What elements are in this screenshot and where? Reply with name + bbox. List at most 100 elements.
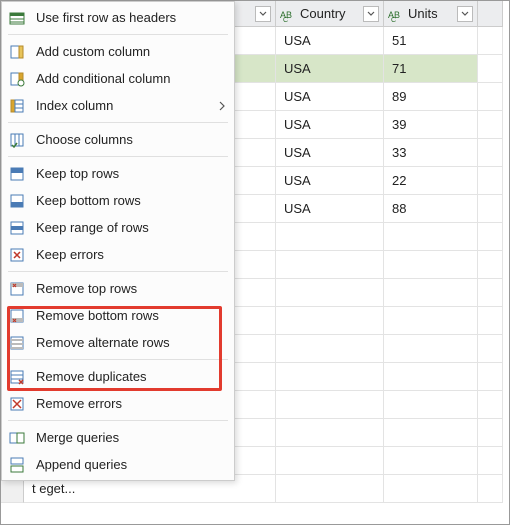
cell-trailing	[478, 223, 503, 251]
chevron-right-icon	[218, 101, 226, 111]
cell-units[interactable]	[384, 419, 478, 447]
cell-units[interactable]	[384, 251, 478, 279]
cell-units[interactable]	[384, 307, 478, 335]
menu-remove-duplicates[interactable]: Remove duplicates	[2, 363, 234, 390]
chevron-down-icon	[259, 10, 267, 18]
menu-label: Remove duplicates	[36, 369, 226, 384]
menu-separator	[8, 34, 228, 35]
menu-remove-bottom-rows[interactable]: Remove bottom rows	[2, 302, 234, 329]
cell-units[interactable]	[384, 447, 478, 475]
keep-errors-icon	[8, 246, 26, 264]
menu-label: Merge queries	[36, 430, 226, 445]
cell-country[interactable]	[276, 223, 384, 251]
column-header-units[interactable]: ABC Units	[384, 1, 478, 27]
menu-add-conditional-column[interactable]: Add conditional column	[2, 65, 234, 92]
column-label: Units	[408, 6, 457, 21]
cell-trailing	[478, 139, 503, 167]
menu-remove-top-rows[interactable]: Remove top rows	[2, 275, 234, 302]
cell-country[interactable]: USA	[276, 139, 384, 167]
menu-label: Keep bottom rows	[36, 193, 226, 208]
cell-country[interactable]	[276, 335, 384, 363]
remove-errors-icon	[8, 395, 26, 413]
cell-country[interactable]: USA	[276, 167, 384, 195]
menu-use-first-row[interactable]: Use first row as headers	[2, 4, 234, 31]
cell-country[interactable]: USA	[276, 83, 384, 111]
menu-label: Keep top rows	[36, 166, 226, 181]
cell-trailing	[478, 307, 503, 335]
cell-units[interactable]: 33	[384, 139, 478, 167]
cell-units[interactable]: 39	[384, 111, 478, 139]
cell-trailing	[478, 167, 503, 195]
filter-button[interactable]	[363, 6, 379, 22]
choose-columns-icon	[8, 131, 26, 149]
cell-trailing	[478, 363, 503, 391]
menu-keep-errors[interactable]: Keep errors	[2, 241, 234, 268]
filter-button[interactable]	[255, 6, 271, 22]
chevron-down-icon	[461, 10, 469, 18]
keep-bottom-icon	[8, 192, 26, 210]
cell-trailing	[478, 195, 503, 223]
cell-units[interactable]	[384, 363, 478, 391]
cell-units[interactable]	[384, 475, 478, 503]
cell-trailing	[478, 391, 503, 419]
menu-merge-queries[interactable]: Merge queries	[2, 424, 234, 451]
cell-country[interactable]	[276, 447, 384, 475]
cell-units[interactable]	[384, 279, 478, 307]
cell-units[interactable]	[384, 391, 478, 419]
cell-country[interactable]: USA	[276, 111, 384, 139]
cell-country[interactable]	[276, 307, 384, 335]
remove-alternate-icon	[8, 334, 26, 352]
conditional-column-icon	[8, 70, 26, 88]
cell-country[interactable]	[276, 419, 384, 447]
cell-trailing	[478, 447, 503, 475]
menu-separator	[8, 122, 228, 123]
cell-trailing	[478, 279, 503, 307]
cell-trailing	[478, 475, 503, 503]
index-column-icon	[8, 97, 26, 115]
cell-units[interactable]: 88	[384, 195, 478, 223]
cell-country[interactable]	[276, 475, 384, 503]
menu-append-queries[interactable]: Append queries	[2, 451, 234, 478]
menu-remove-alternate-rows[interactable]: Remove alternate rows	[2, 329, 234, 356]
cell-trailing	[478, 251, 503, 279]
menu-label: Use first row as headers	[36, 10, 226, 25]
cell-units[interactable]	[384, 223, 478, 251]
keep-range-icon	[8, 219, 26, 237]
remove-duplicates-icon	[8, 368, 26, 386]
menu-label: Remove top rows	[36, 281, 226, 296]
cell-country[interactable]	[276, 391, 384, 419]
cell-units[interactable]: 89	[384, 83, 478, 111]
menu-label: Remove bottom rows	[36, 308, 226, 323]
cell-country[interactable]	[276, 251, 384, 279]
menu-index-column[interactable]: Index column	[2, 92, 234, 119]
menu-separator	[8, 156, 228, 157]
menu-keep-top-rows[interactable]: Keep top rows	[2, 160, 234, 187]
menu-label: Append queries	[36, 457, 226, 472]
cell-country[interactable]: USA	[276, 27, 384, 55]
menu-remove-errors[interactable]: Remove errors	[2, 390, 234, 417]
cell-units[interactable]: 51	[384, 27, 478, 55]
cell-units[interactable]: 71	[384, 55, 478, 83]
cell-country[interactable]	[276, 279, 384, 307]
cell-trailing	[478, 335, 503, 363]
column-label: Country	[300, 6, 363, 21]
svg-text:C: C	[283, 17, 288, 22]
remove-bottom-icon	[8, 307, 26, 325]
remove-top-icon	[8, 280, 26, 298]
menu-label: Keep range of rows	[36, 220, 226, 235]
menu-keep-bottom-rows[interactable]: Keep bottom rows	[2, 187, 234, 214]
menu-add-custom-column[interactable]: Add custom column	[2, 38, 234, 65]
menu-label: Index column	[36, 98, 218, 113]
menu-choose-columns[interactable]: Choose columns	[2, 126, 234, 153]
filter-button[interactable]	[457, 6, 473, 22]
menu-keep-range-rows[interactable]: Keep range of rows	[2, 214, 234, 241]
menu-separator	[8, 359, 228, 360]
cell-units[interactable]: 22	[384, 167, 478, 195]
cell-country[interactable]: USA	[276, 195, 384, 223]
cell-country[interactable]	[276, 363, 384, 391]
column-header-country[interactable]: ABC Country	[276, 1, 384, 27]
cell-country[interactable]: USA	[276, 55, 384, 83]
menu-label: Keep errors	[36, 247, 226, 262]
cell-units[interactable]	[384, 335, 478, 363]
keep-top-icon	[8, 165, 26, 183]
